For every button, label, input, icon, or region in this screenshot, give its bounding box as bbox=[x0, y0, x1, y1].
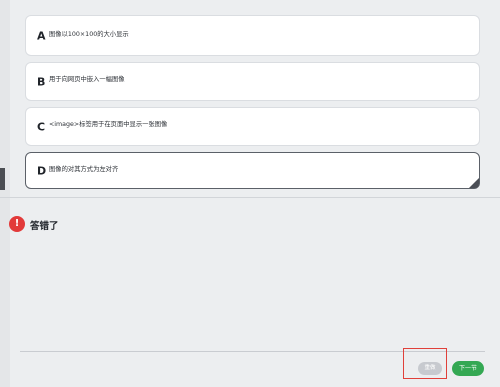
error-icon: ! bbox=[9, 216, 25, 232]
answer-option-a[interactable]: A 图像以100×100的大小显示 bbox=[25, 15, 480, 56]
left-panel-tab[interactable] bbox=[0, 168, 5, 190]
divider bbox=[0, 197, 500, 198]
option-letter: A bbox=[37, 29, 46, 42]
answer-option-b[interactable]: B 用于向网页中嵌入一幅图像 bbox=[25, 62, 480, 101]
result-message: 答错了 bbox=[30, 221, 59, 232]
highlight-box bbox=[403, 348, 447, 379]
answer-option-c[interactable]: C <image>标签用于在页面中显示一张图像 bbox=[25, 107, 480, 146]
resize-handle-icon[interactable] bbox=[469, 178, 479, 188]
option-text: 用于向网页中嵌入一幅图像 bbox=[49, 76, 125, 83]
next-section-button[interactable]: 下一节 bbox=[452, 361, 484, 376]
answer-option-d-selected[interactable]: D 图像的对其方式为左对齐 bbox=[25, 152, 480, 189]
option-letter: D bbox=[37, 164, 47, 177]
left-panel-edge bbox=[0, 0, 10, 387]
option-text: 图像的对其方式为左对齐 bbox=[49, 166, 119, 173]
option-letter: B bbox=[37, 75, 46, 88]
option-text: 图像以100×100的大小显示 bbox=[49, 31, 129, 38]
option-letter: C bbox=[37, 120, 46, 133]
option-text: <image>标签用于在页面中显示一张图像 bbox=[49, 121, 168, 128]
